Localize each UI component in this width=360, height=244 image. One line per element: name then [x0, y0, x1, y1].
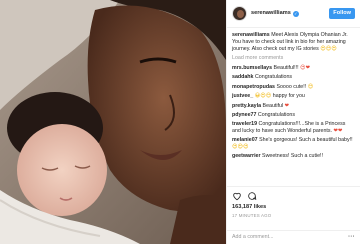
comment-username[interactable]: pretty.kayla: [232, 103, 261, 109]
comment-text: Congratulations: [257, 111, 296, 118]
follow-button[interactable]: Follow: [329, 7, 355, 20]
header-username[interactable]: serenawilliams: [251, 10, 291, 17]
more-options-icon[interactable]: ···: [348, 234, 355, 241]
comment-item: traveler19 Congratulations!!!...She is a…: [232, 121, 355, 135]
comment-item: monapetropudas Soooo cute!! 😍: [232, 84, 355, 91]
avatar[interactable]: [232, 6, 247, 21]
comment-text: Soooo cute!!: [276, 83, 307, 90]
caption-username[interactable]: serenawilliams: [232, 32, 270, 38]
comment-username[interactable]: traveler19: [232, 121, 257, 127]
comment-item: justvee_ 😀😍😍 happy for you: [232, 93, 355, 100]
comment-emoji: 😍❤: [300, 65, 311, 72]
add-comment-bar: Add a comment... ···: [227, 230, 360, 244]
comment-item: pretty.kayla Beautiful ❤: [232, 103, 355, 110]
comments-list: serenawilliams Meet Alexis Olympia Ohani…: [227, 28, 360, 186]
comment-emoji: 😀😍😍: [254, 93, 272, 100]
photo-mother-and-newborn: [0, 0, 226, 244]
comment-text: Beautiful!!!: [273, 65, 299, 72]
comment-text: Sweetness! Such a cutie!!: [262, 153, 323, 160]
post-photo[interactable]: [0, 0, 226, 244]
comment-username[interactable]: geetwarrier: [232, 153, 261, 159]
likes-count[interactable]: 163,187 likes: [232, 204, 355, 211]
comment-username[interactable]: melanie07: [232, 137, 258, 143]
instagram-post: serenawilliams ✓ Follow serenawilliams M…: [0, 0, 360, 244]
add-comment-input[interactable]: Add a comment...: [232, 234, 274, 241]
caption-emoji: 😍😍😍: [320, 45, 337, 52]
comment-emoji: ❤: [284, 102, 290, 109]
comment-text: Congratulations: [254, 74, 293, 81]
comment-text: happy for you: [272, 93, 305, 100]
comment-item: pdynee77 Congratulations: [232, 112, 355, 119]
comment-username[interactable]: pdynee77: [232, 112, 256, 118]
comment-emoji: ❤❤: [333, 127, 343, 134]
caption: serenawilliams Meet Alexis Olympia Ohani…: [232, 32, 355, 52]
comment-username[interactable]: justvee_: [232, 93, 253, 99]
post-actions: 163,187 likes 17 MINUTES AGO: [227, 186, 360, 230]
comment-username[interactable]: saddahk: [232, 74, 254, 80]
comment-text: She's gorgeous! Such a beautiful baby!!: [259, 137, 353, 144]
heart-icon[interactable]: [232, 191, 242, 201]
comment-username[interactable]: monapetropudas: [232, 84, 275, 90]
comment-text: Beautiful: [262, 102, 284, 109]
post-side-panel: serenawilliams ✓ Follow serenawilliams M…: [226, 0, 360, 244]
verified-badge-icon: ✓: [292, 10, 299, 17]
comment-emoji: 😍: [307, 83, 314, 90]
comment-emoji: 😍😍😍: [232, 144, 249, 151]
comment-item: mrs.bumsellays Beautiful!!! 😍❤: [232, 65, 355, 72]
comment-icon[interactable]: [247, 191, 257, 201]
comment-username[interactable]: mrs.bumsellays: [232, 65, 272, 71]
post-timestamp: 17 MINUTES AGO: [232, 213, 272, 219]
comment-item: saddahk Congratulations: [232, 74, 355, 81]
load-more-comments-link[interactable]: Load more comments: [232, 55, 355, 62]
post-header: serenawilliams ✓ Follow: [227, 0, 360, 28]
comment-item: melanie07 She's gorgeous! Such a beautif…: [232, 137, 355, 151]
action-icons: [232, 190, 355, 201]
comment-item: geetwarrier Sweetness! Such a cutie!!: [232, 153, 355, 160]
